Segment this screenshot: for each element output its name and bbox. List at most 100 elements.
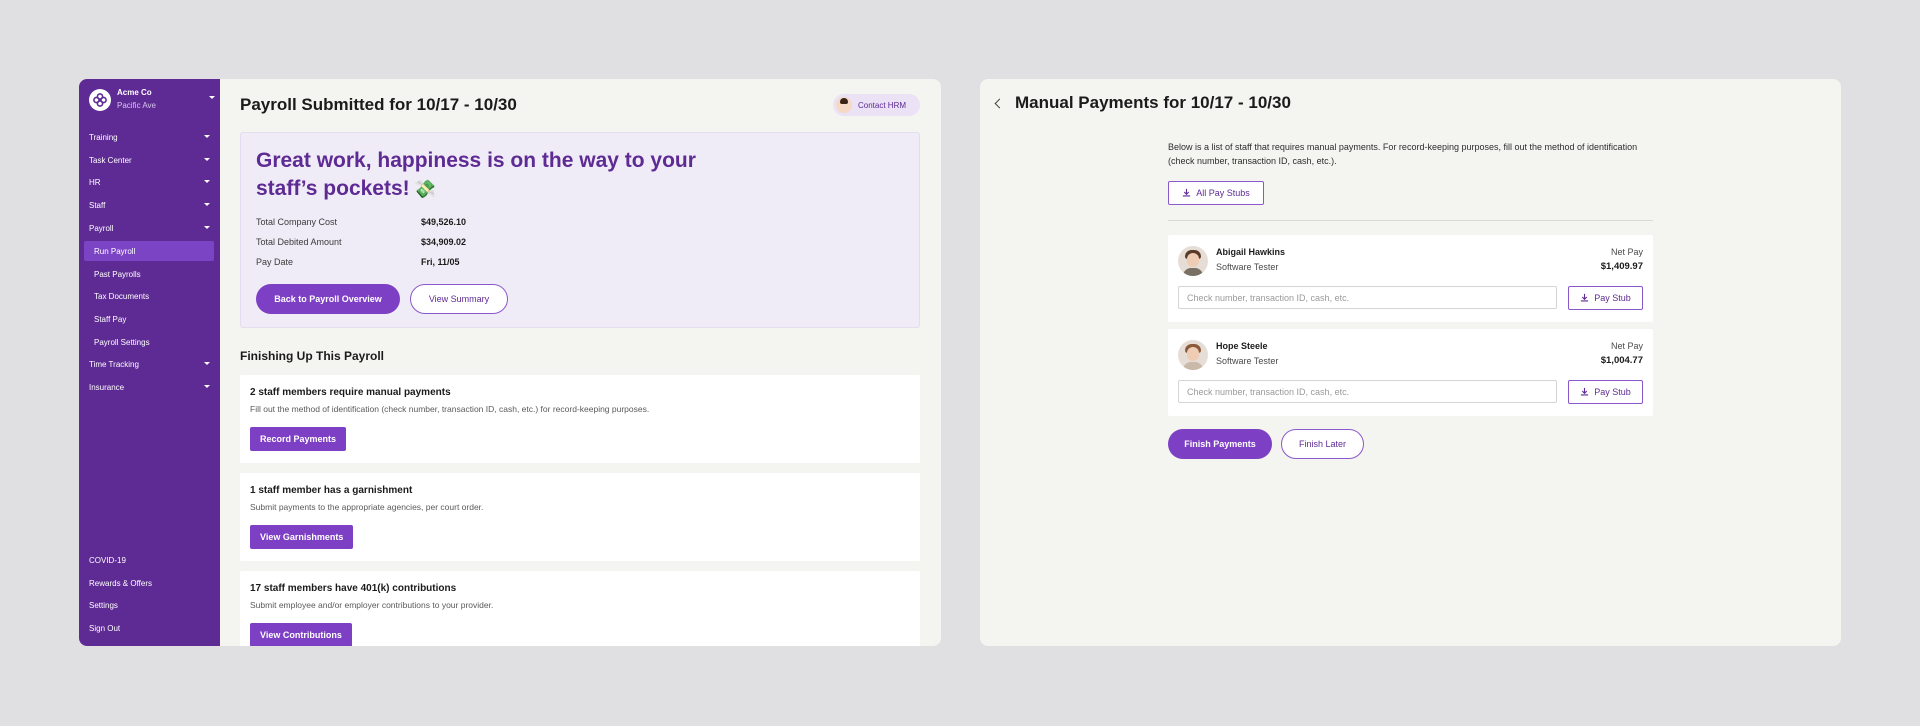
chevron-down-icon [204,180,210,183]
chevron-down-icon [204,158,210,161]
sidebar-subitem-past-payrolls[interactable]: Past Payrolls [84,264,214,284]
sidebar-item-time-tracking[interactable]: Time Tracking [79,354,220,374]
stat-value-total-company-cost: $49,526.10 [421,217,467,227]
sidebar-item-label: Settings [89,600,118,610]
chevron-down-icon [204,203,210,206]
payroll-submitted-content: Payroll Submitted for 10/17 - 10/30 Cont… [220,79,941,646]
stat-label-total-debited: Total Debited Amount [256,237,342,247]
net-pay-label: Net Pay [1610,247,1643,257]
sidebar-item-label: Insurance [89,382,125,392]
pay-stub-button[interactable]: Pay Stub [1568,380,1643,404]
staff-name: Hope Steele [1216,341,1268,351]
sidebar: Acme Co Pacific Ave Training Task Center… [79,79,220,646]
task-description: Submit employee and/or employer contribu… [250,600,494,610]
all-pay-stubs-label: All Pay Stubs [1196,188,1250,198]
sidebar-item-label: Staff [89,200,106,210]
download-icon [1182,188,1191,199]
back-chevron-icon[interactable] [994,98,1005,109]
sidebar-subitem-staff-pay[interactable]: Staff Pay [84,309,214,329]
finish-payments-button[interactable]: Finish Payments [1168,429,1272,459]
sidebar-item-insurance[interactable]: Insurance [79,377,220,397]
sidebar-item-label: COVID-19 [89,555,126,565]
sidebar-item-hr[interactable]: HR [79,172,220,192]
download-icon [1580,293,1589,304]
success-message: Great work, happiness is on the way to y… [256,147,746,203]
payment-card: Abigail Hawkins Software Tester Net Pay … [1168,235,1653,322]
sidebar-item-payroll[interactable]: Payroll [79,218,220,238]
pay-stub-label: Pay Stub [1594,387,1631,397]
sidebar-subitem-payroll-settings[interactable]: Payroll Settings [84,332,214,352]
payment-card: Hope Steele Software Tester Net Pay $1,0… [1168,329,1653,416]
payment-method-input[interactable] [1178,380,1557,403]
task-card-garnishment: 1 staff member has a garnishment Submit … [240,473,920,561]
view-summary-button[interactable]: View Summary [410,284,508,314]
net-pay-value: $1,409.97 [1600,261,1643,272]
sidebar-subitem-label: Staff Pay [94,314,127,324]
pay-stub-button[interactable]: Pay Stub [1568,286,1643,310]
sidebar-item-sign-out[interactable]: Sign Out [79,618,220,638]
task-card-manual-payments: 2 staff members require manual payments … [240,375,920,463]
sidebar-subitem-run-payroll[interactable]: Run Payroll [84,241,214,261]
pay-stub-label: Pay Stub [1594,293,1631,303]
download-icon [1580,387,1589,398]
chevron-down-icon [204,135,210,138]
sidebar-item-label: Training [89,132,118,142]
staff-role: Software Tester [1216,356,1279,366]
avatar [1178,340,1208,370]
stat-value-total-debited: $34,909.02 [421,237,467,247]
contact-hrm-label: Contact HRM [858,100,907,110]
sidebar-item-settings[interactable]: Settings [79,595,220,615]
net-pay-label: Net Pay [1610,341,1643,351]
org-switcher[interactable]: Acme Co Pacific Ave [89,88,215,112]
task-description: Fill out the method of identification (c… [250,404,650,414]
finish-later-button[interactable]: Finish Later [1281,429,1364,459]
sidebar-subitem-label: Tax Documents [94,291,150,301]
chevron-down-icon [209,96,215,99]
back-to-payroll-overview-button[interactable]: Back to Payroll Overview [256,284,400,314]
stat-label-pay-date: Pay Date [256,257,294,267]
sidebar-item-label: Sign Out [89,623,121,633]
task-description: Submit payments to the appropriate agenc… [250,502,484,512]
task-title: 17 staff members have 401(k) contributio… [250,583,457,594]
all-pay-stubs-button[interactable]: All Pay Stubs [1168,181,1264,205]
sidebar-item-label: Task Center [89,155,132,165]
stat-label-total-company-cost: Total Company Cost [256,217,338,227]
avatar [836,97,852,113]
task-title: 2 staff members require manual payments [250,387,451,398]
sidebar-item-label: HR [89,177,101,187]
success-banner: Great work, happiness is on the way to y… [240,132,920,328]
sidebar-subitem-tax-documents[interactable]: Tax Documents [84,286,214,306]
contact-hrm-button[interactable]: Contact HRM [833,94,920,116]
task-title: 1 staff member has a garnishment [250,485,413,496]
divider [1168,220,1653,221]
sidebar-item-label: Rewards & Offers [89,578,152,588]
acme-logo-icon [89,89,111,111]
intro-text: Below is a list of staff that requires m… [1168,142,1638,166]
sidebar-item-covid-19[interactable]: COVID-19 [79,550,220,570]
sidebar-subitem-label: Past Payrolls [94,269,141,279]
success-message-text: Great work, happiness is on the way to y… [256,149,696,200]
sidebar-item-label: Payroll [89,223,114,233]
sidebar-item-staff[interactable]: Staff [79,195,220,215]
avatar [1178,246,1208,276]
view-garnishments-button[interactable]: View Garnishments [250,525,354,549]
task-card-401k: 17 staff members have 401(k) contributio… [240,571,920,646]
net-pay-value: $1,004.77 [1600,355,1643,366]
manual-payments-window: Manual Payments for 10/17 - 10/30 Below … [980,79,1841,646]
sidebar-subitem-label: Run Payroll [94,246,136,256]
sidebar-item-rewards-offers[interactable]: Rewards & Offers [79,573,220,593]
page-title: Manual Payments for 10/17 - 10/30 [1015,93,1291,112]
view-contributions-button[interactable]: View Contributions [250,623,352,646]
money-wings-emoji: 💸 [413,179,437,199]
chevron-down-icon [204,226,210,229]
chevron-down-icon [204,385,210,388]
staff-name: Abigail Hawkins [1216,247,1286,257]
payroll-submitted-window: Acme Co Pacific Ave Training Task Center… [79,79,941,646]
sidebar-item-training[interactable]: Training [79,127,220,147]
chevron-down-icon [204,362,210,365]
record-payments-button[interactable]: Record Payments [250,427,347,451]
payment-method-input[interactable] [1178,286,1557,309]
sidebar-item-task-center[interactable]: Task Center [79,150,220,170]
page-title: Payroll Submitted for 10/17 - 10/30 [240,95,517,114]
staff-role: Software Tester [1216,262,1279,272]
